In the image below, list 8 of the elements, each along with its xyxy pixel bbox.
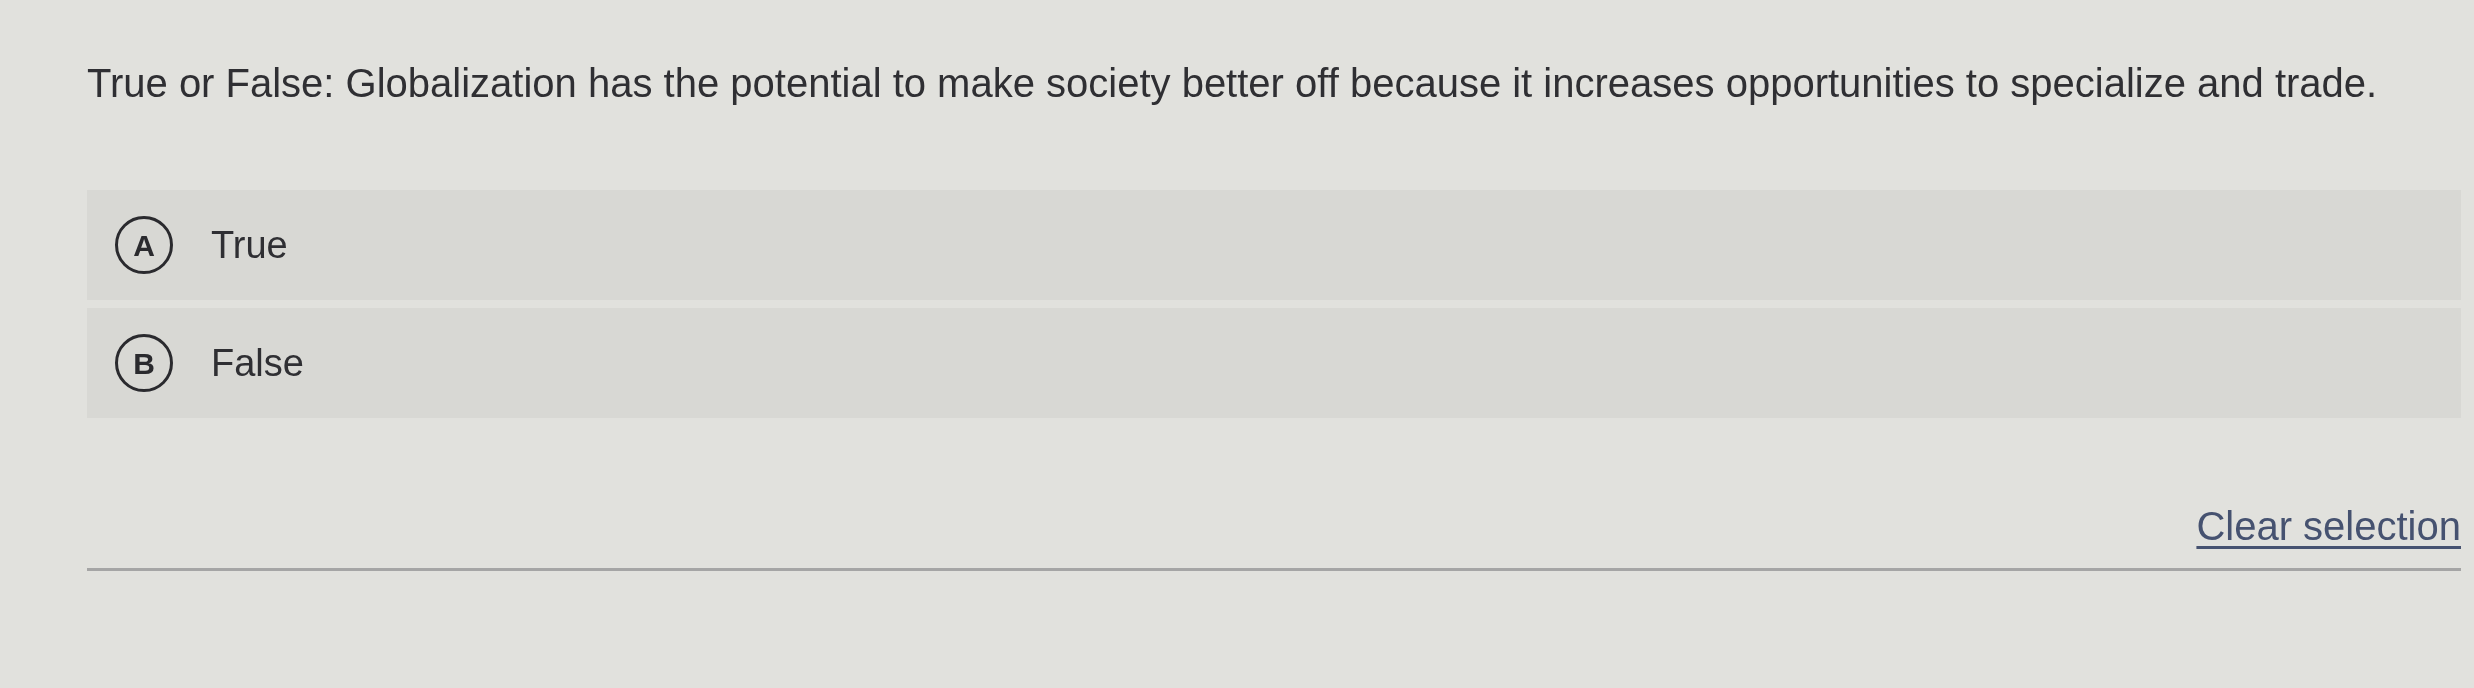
option-letter: B xyxy=(115,334,173,392)
clear-selection-link[interactable]: Clear selection xyxy=(2196,496,2461,556)
option-letter: A xyxy=(115,216,173,274)
question-text: True or False: Globalization has the potential to make society better off because it increases opportunities to specialize and trade. xyxy=(87,60,2379,107)
answer-option[interactable]: A True xyxy=(87,190,2461,300)
option-label: False xyxy=(211,340,304,386)
answer-option[interactable]: B False xyxy=(87,308,2461,418)
option-label: True xyxy=(211,222,288,268)
